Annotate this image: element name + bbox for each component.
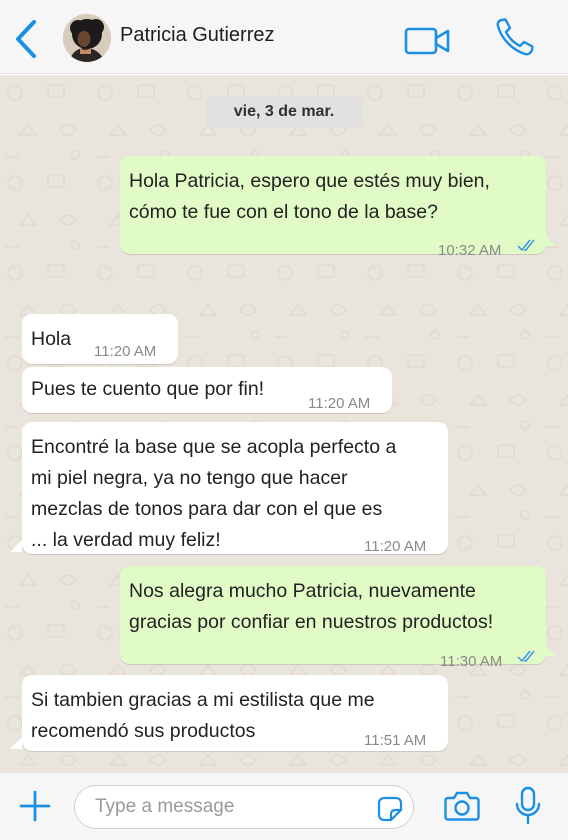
message-input-wrapper xyxy=(74,785,414,829)
bubble-tail xyxy=(544,234,556,246)
avatar-image xyxy=(63,14,111,62)
sticker-icon xyxy=(377,796,403,822)
message-line: cómo te fue con el tono de la base? xyxy=(129,201,438,223)
video-camera-icon xyxy=(404,27,450,55)
message-input[interactable] xyxy=(95,786,365,828)
message-line: mezclas de tonos para dar con el que es xyxy=(31,498,383,520)
camera-icon xyxy=(444,791,480,821)
message-text: Si tambien gracias a mi estilista que me… xyxy=(31,685,375,747)
contact-name[interactable]: Patricia Gutierrez xyxy=(120,24,275,47)
bubble-tail xyxy=(10,737,22,749)
message-text: Hola Patricia, espero que estés muy bien… xyxy=(129,166,490,228)
message-bubble-outgoing[interactable]: Nos alegra mucho Patricia, nuevamente gr… xyxy=(120,566,556,670)
message-line: Si tambien gracias a mi estilista que me xyxy=(31,689,375,711)
message-line: Encontré la base que se acopla perfecto … xyxy=(31,436,397,458)
message-line: Nos alegra mucho Patricia, nuevamente xyxy=(129,580,476,602)
message-line: Pues te cuento que por fin! xyxy=(31,378,265,400)
video-call-button[interactable] xyxy=(404,26,452,56)
chat-header: Patricia Gutierrez xyxy=(0,0,568,74)
message-text: Pues te cuento que por fin! xyxy=(31,374,264,405)
microphone-button[interactable] xyxy=(514,785,542,827)
message-time: 11:20 AM xyxy=(94,343,157,360)
date-chip: vie, 3 de mar. xyxy=(206,96,362,128)
voice-call-button[interactable] xyxy=(494,16,536,58)
message-line: gracias por confiar en nuestros producto… xyxy=(129,611,494,633)
message-time: 10:32 AM xyxy=(438,242,502,259)
composer-bar xyxy=(0,772,568,840)
message-bubble-incoming[interactable]: Pues te cuento que por fin! 11:20 AM xyxy=(22,367,392,413)
bubble-tail xyxy=(544,644,556,656)
microphone-icon xyxy=(515,786,541,825)
back-button[interactable] xyxy=(10,18,42,60)
attach-button[interactable] xyxy=(18,789,52,823)
camera-button[interactable] xyxy=(444,789,480,823)
plus-icon xyxy=(19,790,51,822)
double-check-icon xyxy=(517,650,535,663)
message-time: 11:30 AM xyxy=(440,653,503,670)
message-bubble-incoming[interactable]: Encontré la base que se acopla perfecto … xyxy=(10,422,448,556)
chevron-left-icon xyxy=(16,20,36,58)
phone-icon xyxy=(496,18,534,56)
chat-area[interactable]: vie, 3 de mar. Hola Patricia, espero que… xyxy=(0,75,568,772)
message-text: Encontré la base que se acopla perfecto … xyxy=(31,432,396,556)
message-text: Hola xyxy=(31,324,71,355)
message-line: Hola Patricia, espero que estés muy bien… xyxy=(129,170,490,192)
message-text: Nos alegra mucho Patricia, nuevamente gr… xyxy=(129,576,493,638)
avatar[interactable] xyxy=(63,14,111,62)
message-line: ... la verdad muy feliz! xyxy=(31,529,221,551)
message-line: Hola xyxy=(31,328,72,350)
message-line: recomendó sus productos xyxy=(31,720,256,742)
sticker-button[interactable] xyxy=(377,796,403,822)
message-bubble-outgoing[interactable]: Hola Patricia, espero que estés muy bien… xyxy=(120,156,556,259)
double-check-icon xyxy=(517,239,535,252)
message-time: 11:20 AM xyxy=(308,395,371,412)
message-bubble-incoming[interactable]: Hola 11:20 AM xyxy=(22,314,178,364)
message-time: 11:51 AM xyxy=(364,732,427,749)
message-bubble-incoming[interactable]: Si tambien gracias a mi estilista que me… xyxy=(10,675,448,751)
message-line: mi piel negra, ya no tengo que hacer xyxy=(31,467,348,489)
message-time: 11:20 AM xyxy=(364,538,427,555)
bubble-tail xyxy=(10,540,22,552)
